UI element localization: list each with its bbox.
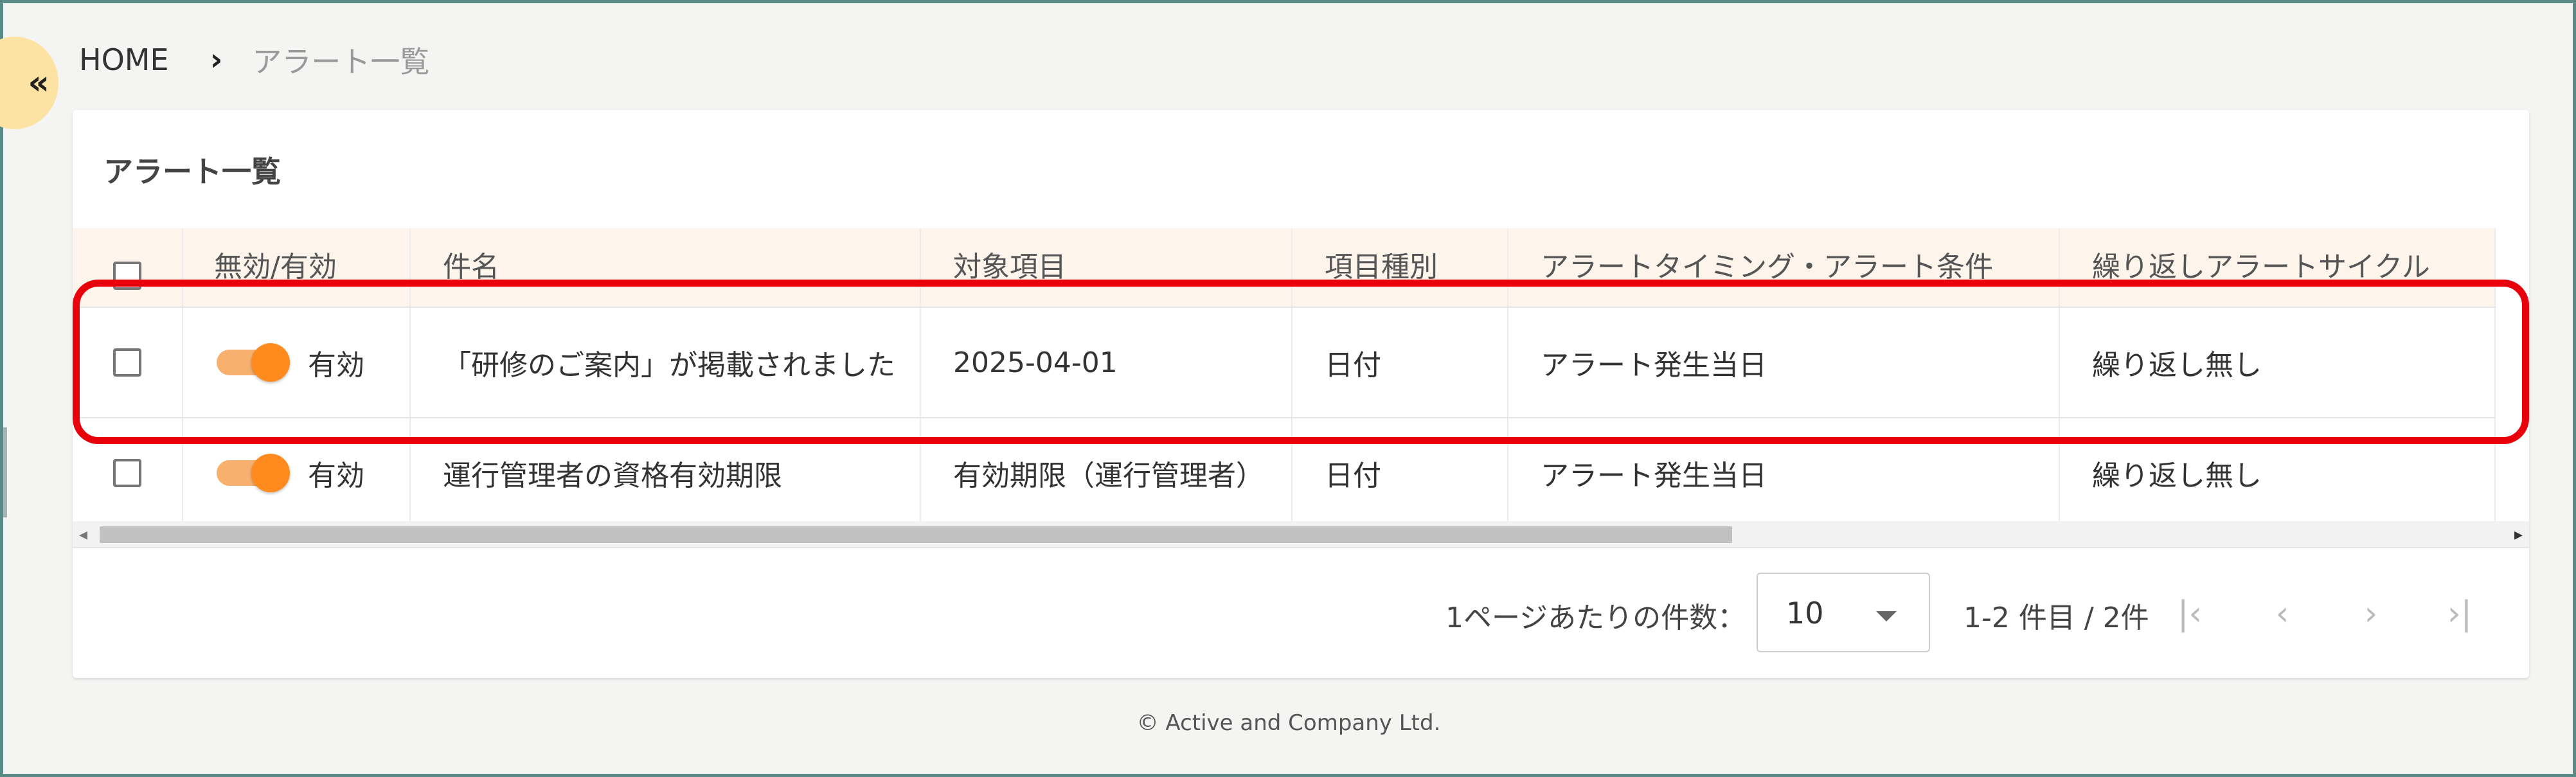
toggle-thumb	[251, 454, 290, 492]
status-label: 有効	[308, 349, 364, 382]
left-edge-marker	[3, 427, 7, 517]
breadcrumb-home-link[interactable]: HOME	[79, 42, 169, 77]
table-header-row: 無効/有効 件名 対象項目 項目種別 アラートタイミング・アラート条件 繰り返し…	[73, 228, 2496, 308]
target-cell: 2025-04-01	[921, 308, 1292, 417]
table-row[interactable]: 有効 「研修のご案内」が掲載されました 2025-04-01 日付 アラート発生…	[73, 308, 2496, 418]
per-page-label: 1ページあたりの件数：	[1445, 602, 1746, 634]
table-row[interactable]: 有効 運行管理者の資格有効期限 有効期限（運行管理者） 日付 アラート発生当日 …	[73, 418, 2496, 529]
header-type[interactable]: 項目種別	[1292, 228, 1508, 307]
page-range: 1-2 件目 / 2件	[1963, 602, 2149, 634]
toggle-thumb	[251, 343, 290, 382]
scroll-right-icon[interactable]: ▸	[2514, 525, 2523, 544]
row-checkbox[interactable]	[113, 348, 141, 377]
dropdown-arrow-icon	[1876, 611, 1897, 621]
timing-cell: アラート発生当日	[1508, 418, 2060, 528]
card-title: アラート一覧	[103, 154, 281, 189]
row-checkbox-cell	[73, 308, 183, 417]
double-chevron-left-icon: «	[28, 64, 49, 102]
scroll-left-icon[interactable]: ◂	[79, 525, 87, 544]
scrollbar-thumb[interactable]	[100, 526, 1732, 543]
first-page-icon[interactable]: |‹	[2164, 588, 2215, 639]
enabled-cell: 有効	[183, 308, 411, 417]
sidebar-collapse-button[interactable]: «	[0, 37, 58, 129]
header-timing[interactable]: アラートタイミング・アラート条件	[1508, 228, 2060, 307]
cycle-cell: 繰り返し無し	[2060, 418, 2496, 528]
per-page-select[interactable]: 10	[1757, 573, 1930, 652]
enabled-toggle[interactable]	[217, 343, 290, 382]
alert-list-card: アラート一覧 無効/有効 件名 対象項目 項目種別 アラートタイミング・アラート…	[73, 110, 2529, 678]
breadcrumb-current: アラート一覧	[252, 44, 430, 79]
type-cell: 日付	[1292, 418, 1508, 528]
timing-cell: アラート発生当日	[1508, 308, 2060, 417]
alert-table: 無効/有効 件名 対象項目 項目種別 アラートタイミング・アラート条件 繰り返し…	[73, 228, 2496, 529]
row-checkbox-cell	[73, 418, 183, 528]
previous-page-icon[interactable]: ‹	[2257, 588, 2308, 639]
enabled-cell: 有効	[183, 418, 411, 528]
target-cell: 有効期限（運行管理者）	[921, 418, 1292, 528]
chevron-right-icon: ›	[210, 42, 223, 78]
cycle-cell: 繰り返し無し	[2060, 308, 2496, 417]
type-cell: 日付	[1292, 308, 1508, 417]
select-all-checkbox[interactable]	[113, 262, 141, 290]
header-target[interactable]: 対象項目	[921, 228, 1292, 307]
next-page-icon[interactable]: ›	[2345, 588, 2397, 639]
breadcrumb: HOME › アラート一覧	[79, 40, 429, 79]
header-enabled[interactable]: 無効/有効	[183, 228, 411, 307]
status-label: 有効	[308, 460, 364, 492]
horizontal-scrollbar[interactable]: ◂ ▸	[73, 521, 2529, 547]
enabled-toggle[interactable]	[217, 454, 290, 492]
footer-copyright: © Active and Company Ltd.	[1136, 710, 1441, 736]
last-page-icon[interactable]: ›|	[2434, 588, 2485, 639]
header-cycle[interactable]: 繰り返しアラートサイクル	[2060, 228, 2496, 307]
per-page-value: 10	[1786, 596, 1824, 630]
subject-cell[interactable]: 運行管理者の資格有効期限	[411, 418, 921, 528]
header-checkbox-cell	[73, 228, 183, 307]
header-subject[interactable]: 件名	[411, 228, 921, 307]
subject-cell[interactable]: 「研修のご案内」が掲載されました	[411, 308, 921, 417]
row-checkbox[interactable]	[113, 459, 141, 487]
pagination: 1ページあたりの件数： 10 1-2 件目 / 2件 |‹ ‹ › ›|	[73, 547, 2529, 678]
